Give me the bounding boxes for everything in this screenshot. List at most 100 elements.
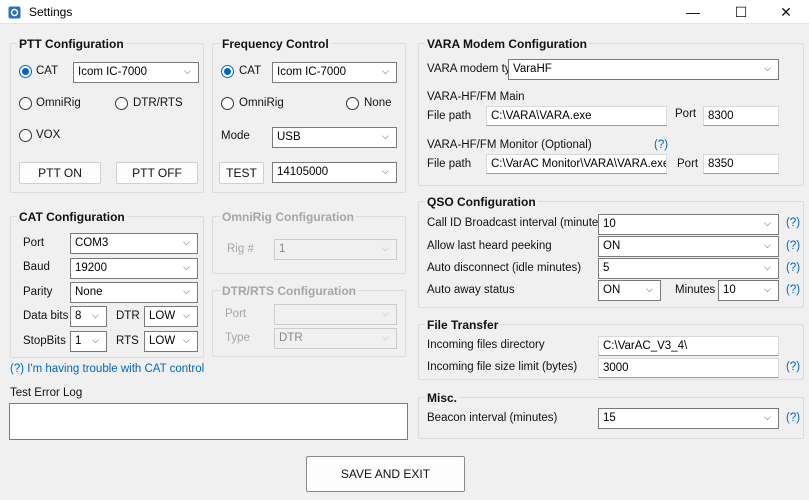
test-button[interactable]: TEST: [219, 162, 264, 184]
freq-omnirig-radio[interactable]: [221, 97, 234, 110]
chevron-down-icon: ⌵: [764, 412, 771, 422]
rig-number-select[interactable]: 1 ⌵: [274, 239, 397, 260]
freq-cat-label: CAT: [239, 65, 262, 77]
callid-select[interactable]: 10 ⌵: [598, 214, 779, 235]
ptt-on-button[interactable]: PTT ON: [19, 162, 101, 184]
qso-group-title: QSO Configuration: [425, 195, 538, 209]
baud-label: Baud: [23, 261, 50, 273]
away-value: ON: [603, 284, 621, 296]
freq-rig-select[interactable]: Icom IC-7000 ⌵: [272, 62, 397, 83]
chevron-down-icon: ⌵: [764, 63, 771, 73]
port-label: Port: [23, 237, 45, 249]
chevron-down-icon: ⌵: [183, 286, 190, 296]
dtrrts-group-title: DTR/RTS Configuration: [220, 284, 358, 298]
cat-group-title: CAT Configuration: [17, 210, 127, 224]
frequency-value: 14105000: [277, 166, 329, 178]
frequency-select[interactable]: 14105000 ⌵: [272, 162, 397, 183]
ptt-cat-radio[interactable]: [19, 65, 32, 78]
lastheard-help-icon[interactable]: (?): [786, 240, 800, 252]
limit-label: Incoming file size limit (bytes): [427, 361, 578, 373]
limit-input[interactable]: 3000: [598, 358, 779, 378]
test-error-log-label: Test Error Log: [10, 387, 83, 399]
ptt-dtrrts-radio[interactable]: [115, 97, 128, 110]
mode-select[interactable]: USB ⌵: [272, 127, 397, 148]
test-error-log-textarea[interactable]: [9, 403, 408, 440]
ptt-dtrrts-label: DTR/RTS: [133, 97, 183, 109]
freq-rig-value: Icom IC-7000: [277, 66, 347, 78]
callid-help-icon[interactable]: (?): [786, 217, 800, 229]
maximize-icon[interactable]: ☐: [718, 0, 764, 24]
freq-group-title: Frequency Control: [220, 37, 331, 51]
minutes-value: 10: [723, 284, 736, 296]
monitor-help-icon[interactable]: (?): [654, 139, 668, 151]
vara-type-select[interactable]: VaraHF ⌵: [508, 59, 779, 80]
chevron-down-icon: ⌵: [183, 237, 190, 247]
dtrrts-port-select[interactable]: ⌵: [274, 304, 397, 325]
databits-select[interactable]: 8 ⌵: [70, 306, 107, 327]
beacon-label: Beacon interval (minutes): [427, 412, 558, 424]
databits-label: Data bits: [23, 310, 69, 322]
close-icon[interactable]: ✕: [763, 0, 809, 24]
autodisc-help-icon[interactable]: (?): [786, 262, 800, 274]
freq-none-label: None: [364, 97, 392, 109]
chevron-down-icon: ⌵: [764, 284, 771, 294]
chevron-down-icon: ⌵: [764, 240, 771, 250]
minutes-label: Minutes: [675, 284, 716, 296]
beacon-value: 15: [603, 412, 616, 424]
lastheard-select[interactable]: ON ⌵: [598, 236, 779, 257]
dir-input[interactable]: C:\VarAC_V3_4\: [598, 336, 779, 356]
away-label: Auto away status: [427, 284, 515, 296]
freq-none-radio[interactable]: [346, 97, 359, 110]
ptt-rig-select[interactable]: Icom IC-7000 ⌵: [73, 62, 199, 83]
autodisc-value: 5: [603, 262, 610, 274]
ptt-group-title: PTT Configuration: [17, 37, 126, 51]
away-help-icon[interactable]: (?): [786, 284, 800, 296]
chevron-down-icon: ⌵: [382, 308, 389, 318]
chevron-down-icon: ⌵: [764, 218, 771, 228]
dtrrts-type-select[interactable]: DTR ⌵: [274, 328, 397, 349]
settings-app-icon: [8, 6, 21, 19]
ptt-omnirig-radio[interactable]: [19, 97, 32, 110]
autodisc-select[interactable]: 5 ⌵: [598, 258, 779, 279]
beacon-select[interactable]: 15 ⌵: [598, 408, 779, 429]
dtrrts-type-value: DTR: [279, 332, 303, 344]
ptt-off-button[interactable]: PTT OFF: [116, 162, 198, 184]
autodisc-label: Auto disconnect (idle minutes): [427, 262, 582, 274]
main-path-input[interactable]: C:\VARA\VARA.exe: [486, 106, 667, 126]
callid-value: 10: [603, 218, 616, 230]
minutes-select[interactable]: 10 ⌵: [718, 280, 779, 301]
transfer-group-title: File Transfer: [425, 318, 501, 332]
port-select[interactable]: COM3 ⌵: [70, 233, 198, 254]
beacon-help-icon[interactable]: (?): [786, 412, 800, 424]
freq-omnirig-label: OmniRig: [239, 97, 284, 109]
stopbits-select[interactable]: 1 ⌵: [70, 331, 107, 352]
chevron-down-icon: ⌵: [382, 166, 389, 176]
dtr-select[interactable]: LOW ⌵: [144, 306, 198, 327]
lastheard-label: Allow last heard peeking: [427, 240, 552, 252]
chevron-down-icon: ⌵: [382, 332, 389, 342]
vara-type-value: VaraHF: [513, 63, 552, 75]
chevron-down-icon: ⌵: [382, 243, 389, 253]
mode-value: USB: [277, 131, 301, 143]
parity-select[interactable]: None ⌵: [70, 282, 198, 303]
away-select[interactable]: ON ⌵: [598, 280, 661, 301]
freq-cat-radio[interactable]: [221, 65, 234, 78]
save-and-exit-button[interactable]: SAVE AND EXIT: [306, 456, 465, 492]
parity-value: None: [75, 286, 103, 298]
minimize-icon[interactable]: —: [670, 0, 716, 24]
title-bar: Settings — ☐ ✕: [0, 0, 809, 24]
ptt-vox-radio[interactable]: [19, 129, 32, 142]
chevron-down-icon: ⌵: [183, 335, 190, 345]
monitor-port-input[interactable]: 8350: [703, 154, 779, 174]
baud-value: 19200: [75, 262, 107, 274]
baud-select[interactable]: 19200 ⌵: [70, 258, 198, 279]
limit-help-icon[interactable]: (?): [786, 361, 800, 373]
cat-help-link[interactable]: (?) I'm having trouble with CAT control: [10, 363, 204, 375]
main-path-label: File path: [427, 110, 472, 122]
rts-select[interactable]: LOW ⌵: [144, 331, 198, 352]
chevron-down-icon: ⌵: [184, 66, 191, 76]
main-port-input[interactable]: 8300: [703, 106, 779, 126]
chevron-down-icon: ⌵: [646, 284, 653, 294]
stopbits-label: StopBits: [23, 335, 66, 347]
monitor-path-input[interactable]: C:\VarAC Monitor\VARA\VARA.exe: [486, 154, 667, 174]
